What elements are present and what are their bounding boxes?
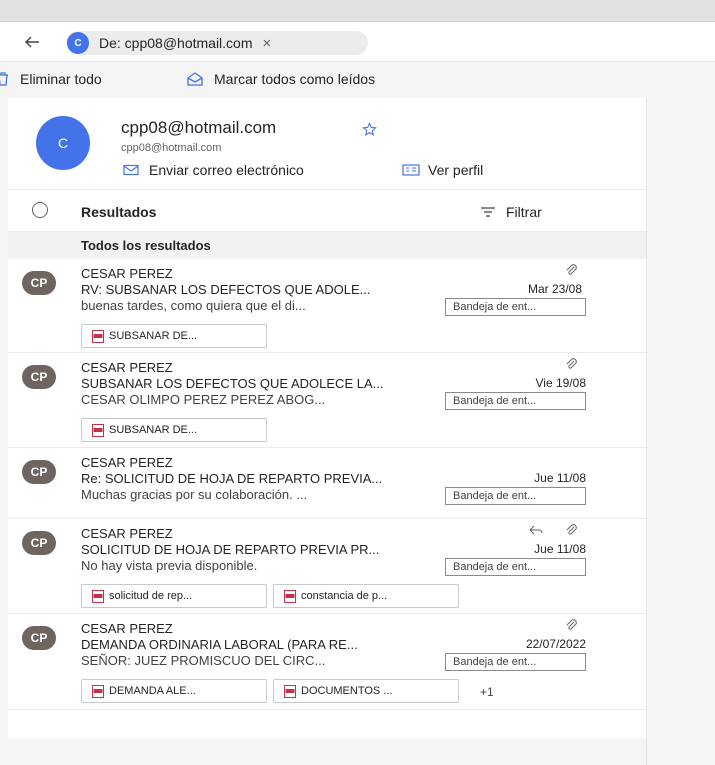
- message-subject: SOLICITUD DE HOJA DE REPARTO PREVIA PR..…: [81, 542, 380, 557]
- pdf-file-icon: [92, 423, 104, 437]
- message-date: 22/07/2022: [525, 637, 586, 651]
- message-sender: CESAR PEREZ: [81, 455, 173, 470]
- message-item[interactable]: CP CESAR PEREZ DEMANDA ORDINARIA LABORAL…: [8, 614, 646, 710]
- avatar: CP: [22, 531, 56, 555]
- command-bar: Eliminar todo Marcar todos como leídos: [0, 62, 715, 98]
- message-item[interactable]: CP CESAR PEREZ SOLICITUD DE HOJA DE REPA…: [8, 519, 646, 614]
- close-icon[interactable]: ×: [263, 35, 272, 52]
- view-profile-button[interactable]: Ver perfil: [402, 162, 483, 178]
- persona-email: cpp08@hotmail.com: [121, 142, 222, 154]
- persona-name: cpp08@hotmail.com: [121, 118, 277, 137]
- avatar: CP: [22, 271, 56, 295]
- send-email-label: Enviar correo electrónico: [149, 162, 304, 178]
- check-circle-icon[interactable]: [32, 202, 48, 218]
- attachment-chip[interactable]: DEMANDA ALE...: [81, 679, 267, 703]
- filter-button[interactable]: Filtrar: [480, 204, 542, 220]
- results-header: Resultados Filtrar: [8, 190, 646, 232]
- avatar[interactable]: C: [36, 116, 90, 170]
- folder-tag: Bandeja de ent...: [445, 653, 586, 671]
- message-preview: buenas tardes, como quiera que el di...: [81, 298, 306, 313]
- message-subject: SUBSANAR LOS DEFECTOS QUE ADOLECE LA...: [81, 376, 384, 391]
- results-title: Resultados: [81, 204, 157, 220]
- attachment-chip[interactable]: SUBSANAR DE...: [81, 324, 267, 348]
- attachment-chip[interactable]: constancia de p...: [273, 584, 459, 608]
- pdf-file-icon: [284, 589, 296, 603]
- arrow-left-icon: [25, 36, 39, 48]
- reading-pane: [646, 98, 715, 765]
- pdf-file-icon: [92, 684, 104, 698]
- window-top-strip: [0, 0, 715, 22]
- folder-tag: Bandeja de ent...: [445, 558, 586, 576]
- folder-tag: Bandeja de ent...: [445, 487, 586, 505]
- filter-icon: [481, 207, 495, 217]
- message-sender: CESAR PEREZ: [81, 621, 173, 636]
- star-icon[interactable]: [362, 122, 377, 140]
- message-subject: Re: SOLICITUD DE HOJA DE REPARTO PREVIA.…: [81, 471, 383, 486]
- chip-label: De: cpp08@hotmail.com: [99, 35, 253, 51]
- search-bar: C De: cpp08@hotmail.com ×: [0, 22, 715, 62]
- back-button[interactable]: [22, 32, 42, 52]
- message-preview: SEÑOR: JUEZ PROMISCUO DEL CIRC...: [81, 653, 326, 668]
- view-profile-label: Ver perfil: [428, 162, 484, 178]
- pdf-file-icon: [284, 684, 296, 698]
- results-panel: C cpp08@hotmail.com cpp08@hotmail.com En…: [8, 98, 646, 738]
- paperclip-icon: [566, 524, 577, 535]
- trash-icon: [0, 72, 8, 86]
- filter-label: Filtrar: [506, 204, 542, 220]
- message-sender: CESAR PEREZ: [81, 266, 173, 281]
- paperclip-icon: [566, 619, 577, 630]
- message-sender: CESAR PEREZ: [81, 526, 173, 541]
- persona-card: C cpp08@hotmail.com cpp08@hotmail.com En…: [8, 98, 646, 190]
- section-header: Todos los resultados: [8, 232, 646, 259]
- attachment-name: SUBSANAR DE...: [109, 330, 198, 342]
- attachment-name: DOCUMENTOS ...: [301, 685, 393, 697]
- search-filter-chip[interactable]: C De: cpp08@hotmail.com ×: [66, 31, 368, 55]
- section-label: Todos los resultados: [81, 238, 211, 253]
- paperclip-icon: [566, 358, 577, 369]
- message-item[interactable]: CP CESAR PEREZ RV: SUBSANAR LOS DEFECTOS…: [8, 259, 646, 353]
- chip-avatar: C: [67, 32, 89, 54]
- attachment-chip[interactable]: solicitud de rep...: [81, 584, 267, 608]
- message-subject: RV: SUBSANAR LOS DEFECTOS QUE ADOLE...: [81, 282, 371, 297]
- pdf-file-icon: [92, 589, 104, 603]
- message-preview: No hay vista previa disponible.: [81, 558, 258, 573]
- delete-all-button[interactable]: Eliminar todo: [0, 71, 102, 87]
- attachment-name: DEMANDA ALE...: [109, 685, 196, 697]
- reply-icon: [529, 525, 543, 535]
- attachment-name: solicitud de rep...: [109, 590, 193, 602]
- avatar: CP: [22, 626, 56, 650]
- mark-all-read-button[interactable]: Marcar todos como leídos: [186, 71, 375, 87]
- envelope-open-icon: [187, 72, 203, 86]
- message-date: Vie 19/08: [535, 376, 587, 390]
- attachment-chip[interactable]: DOCUMENTOS ...: [273, 679, 459, 703]
- attachment-chip[interactable]: SUBSANAR DE...: [81, 418, 267, 442]
- message-subject: DEMANDA ORDINARIA LABORAL (PARA RE...: [81, 637, 358, 652]
- avatar: CP: [22, 365, 56, 389]
- message-date: Jue 11/08: [534, 542, 586, 556]
- message-preview: CESAR OLIMPO PEREZ PEREZ ABOG...: [81, 392, 326, 407]
- folder-tag: Bandeja de ent...: [445, 392, 586, 410]
- mail-icon: [123, 164, 139, 176]
- attachment-name: constancia de p...: [301, 590, 388, 602]
- message-date: Jue 11/08: [534, 471, 586, 485]
- send-email-button[interactable]: Enviar correo electrónico: [123, 162, 304, 178]
- message-preview: Muchas gracias por su colaboración. ...: [81, 487, 308, 502]
- message-date: Mar 23/08: [527, 282, 582, 296]
- delete-all-label: Eliminar todo: [20, 71, 102, 87]
- pdf-file-icon: [92, 329, 104, 343]
- message-item[interactable]: CP CESAR PEREZ Re: SOLICITUD DE HOJA DE …: [8, 448, 646, 519]
- contact-card-icon: [402, 164, 420, 176]
- paperclip-icon: [566, 264, 577, 275]
- attachment-name: SUBSANAR DE...: [109, 424, 198, 436]
- message-sender: CESAR PEREZ: [81, 360, 173, 375]
- message-item[interactable]: CP CESAR PEREZ SUBSANAR LOS DEFECTOS QUE…: [8, 353, 646, 448]
- avatar: CP: [22, 460, 56, 484]
- more-attachments[interactable]: +1: [480, 685, 494, 699]
- folder-tag: Bandeja de ent...: [445, 298, 586, 316]
- mark-all-read-label: Marcar todos como leídos: [214, 71, 376, 87]
